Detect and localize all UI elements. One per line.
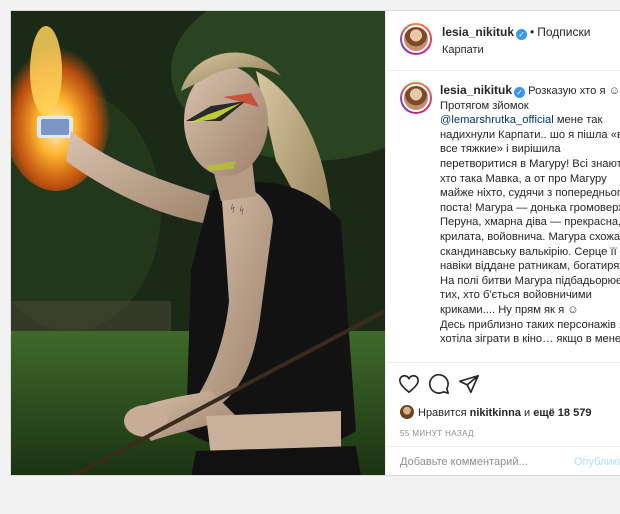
liker-avatar[interactable] [400, 405, 414, 419]
comment-bar: Добавьте комментарий... Опубликовать [386, 446, 620, 475]
caption-username[interactable]: lesia_nikituk [440, 83, 512, 97]
post-location[interactable]: Карпати [442, 44, 484, 56]
following-button[interactable]: Подписки [537, 25, 590, 39]
mention-link[interactable]: @lemarshrutka_official [440, 114, 554, 126]
post-side-panel: lesia_nikituk ✓ • Подписки Карпати lesia_ni… [385, 11, 620, 475]
emoji-icon: ☺ [608, 85, 620, 97]
separator-dot: • [530, 25, 535, 39]
post-caption: lesia_nikituk ✓ Розказую хто я ☺ Протягом… [386, 72, 620, 362]
emoji-icon: ☺ [567, 303, 579, 316]
post-timestamp[interactable]: 55 МИНУТ НАЗАД [400, 429, 474, 438]
heart-icon[interactable] [398, 373, 420, 395]
author-avatar[interactable] [400, 23, 432, 55]
likes-count[interactable]: ещё 18 579 [533, 407, 591, 419]
post-photo-artwork: ᛋ ᛋ [11, 11, 385, 475]
liker-username[interactable]: nikitkinna [470, 407, 521, 419]
caption-text: lesia_nikituk ✓ Розказую хто я ☺ Протягом… [440, 83, 620, 347]
header-line: lesia_nikituk ✓ • Подписки [442, 25, 590, 40]
author-username[interactable]: lesia_nikituk [442, 25, 514, 39]
comment-input[interactable]: Добавьте комментарий... [400, 456, 528, 468]
post-header: lesia_nikituk ✓ • Подписки Карпати [386, 11, 620, 71]
likes-summary: Нравится nikitkinna и ещё 18 579 [400, 405, 591, 419]
publish-button[interactable]: Опубликовать [574, 456, 620, 468]
likes-middle: и [524, 407, 531, 419]
caption-author-avatar[interactable] [400, 82, 432, 114]
post-actions: Нравится nikitkinna и ещё 18 579 55 МИНУ… [386, 362, 620, 446]
verified-badge-icon: ✓ [516, 29, 528, 40]
caption-intro: Розказую хто я [528, 85, 606, 97]
caption-tail: Десь приблизно таких персонажів я б хоті… [440, 318, 620, 346]
caption-body: мене так надихнули Карпати.. шо я пішла … [440, 114, 620, 316]
caption-line: Протягом зйомок [440, 99, 529, 112]
post-card: ᛋ ᛋ lesia_nikituk ✓ • Подписки Карпати lesi… [10, 10, 620, 476]
comment-icon[interactable] [428, 373, 450, 395]
paper-plane-icon[interactable] [458, 373, 480, 395]
likes-prefix: Нравится [418, 407, 467, 419]
post-photo[interactable]: ᛋ ᛋ [11, 11, 385, 475]
verified-badge-icon: ✓ [514, 87, 526, 98]
